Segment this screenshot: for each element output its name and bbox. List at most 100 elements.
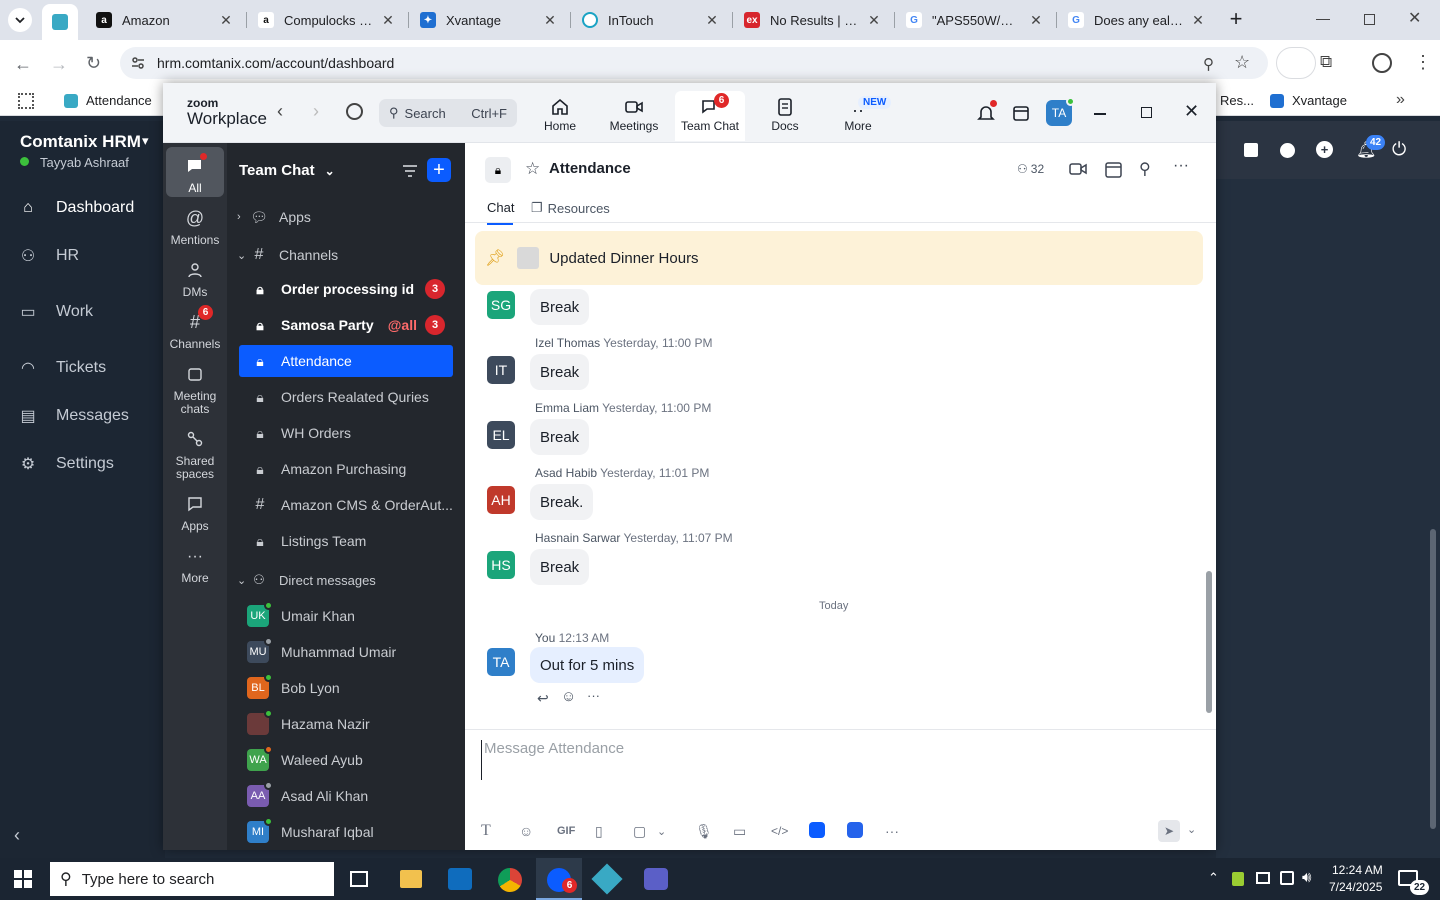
rail-channels[interactable]: # 6 Channels — [163, 305, 227, 351]
calendar-icon[interactable] — [1012, 104, 1030, 122]
message-avatar[interactable]: SG — [487, 291, 515, 319]
dm-item[interactable]: MI Musharaf Iqbal — [239, 816, 453, 848]
section-channels[interactable]: ⌄ # Channels — [231, 239, 445, 271]
close-icon[interactable]: ✕ — [866, 12, 882, 29]
channel-amazon-cms[interactable]: # Amazon CMS & OrderAut... — [239, 489, 453, 521]
close-icon[interactable]: ✕ — [542, 12, 558, 29]
message-avatar[interactable]: HS — [487, 551, 515, 579]
rail-meeting-chats[interactable]: Meeting chats — [163, 361, 227, 416]
browser-tab-intouch[interactable]: InTouch ✕ — [572, 6, 730, 34]
close-icon[interactable]: ✕ — [1190, 12, 1206, 29]
back-arrow-icon[interactable]: ‹ — [277, 101, 283, 122]
site-info-icon[interactable] — [130, 55, 146, 71]
more-options-icon[interactable]: ··· — [1173, 157, 1189, 175]
extensions-icon[interactable]: ⧉ — [1320, 52, 1332, 72]
emoji-reaction-icon[interactable]: ☺ — [561, 688, 576, 705]
search-box[interactable]: ⚲ Search Ctrl+F — [379, 99, 517, 127]
tray-icon-1[interactable] — [1232, 872, 1244, 886]
hrm-nav-hr[interactable]: ⚇ HR — [0, 236, 165, 276]
browser-tab-hrm[interactable] — [42, 4, 78, 40]
rail-dms[interactable]: DMs — [163, 257, 227, 299]
rail-more[interactable]: ··· More — [163, 543, 227, 585]
rail-shared-spaces[interactable]: Shared spaces — [163, 426, 227, 481]
channel-orders-related[interactable]: 🔒︎ Orders Realated Quries — [239, 381, 453, 413]
browser-tab-exer[interactable]: ex No Results | Exer ✕ — [734, 6, 892, 34]
bookmark-res[interactable]: Res... — [1220, 93, 1254, 108]
my-avatar[interactable]: TA — [487, 648, 515, 676]
rail-apps[interactable]: Apps — [163, 491, 227, 533]
clock-date[interactable]: 7/24/2025 — [1329, 880, 1382, 894]
translate-icon[interactable] — [1276, 47, 1316, 79]
pinned-message-banner[interactable]: 📌︎ Updated Dinner Hours — [475, 231, 1203, 285]
apps-grid-icon[interactable] — [18, 93, 34, 109]
maximize-icon[interactable] — [1141, 107, 1152, 118]
channel-title[interactable]: Attendance — [549, 160, 631, 177]
bookmark-attendance[interactable]: Attendance — [64, 93, 152, 108]
browser-tab-google-aps[interactable]: G "APS550W/US/E ✕ — [896, 6, 1054, 34]
outlook-icon[interactable] — [448, 868, 472, 890]
hrm-app-icon[interactable] — [591, 863, 623, 895]
dm-item[interactable]: BL Bob Lyon — [239, 672, 453, 704]
teams-icon[interactable] — [644, 868, 668, 890]
tab-search-button[interactable] — [8, 8, 32, 32]
dm-item[interactable]: Hazama Nazir — [239, 708, 453, 740]
team-chat-title[interactable]: Team Chat ⌄ — [239, 162, 335, 179]
channel-wh-orders[interactable]: 🔒︎ WH Orders — [239, 417, 453, 449]
forward-icon[interactable]: → — [50, 54, 68, 75]
section-apps[interactable]: › 💬︎ Apps — [231, 201, 445, 233]
url-text[interactable]: hrm.comtanix.com/account/dashboard — [157, 55, 394, 71]
section-direct-messages[interactable]: ⌄ ⚇ Direct messages — [231, 564, 445, 596]
file-icon[interactable]: ▯ — [595, 823, 633, 840]
power-icon[interactable]: ⏻ — [1392, 139, 1406, 160]
dm-item[interactable]: MU Muhammad Umair — [239, 636, 453, 668]
hrm-nav-settings[interactable]: ⚙ Settings — [0, 444, 165, 484]
hrm-brand[interactable]: Comtanix HRM — [20, 132, 141, 152]
file-explorer-icon[interactable] — [400, 870, 422, 888]
network-icon[interactable] — [1256, 872, 1270, 884]
close-icon[interactable]: ✕ — [380, 12, 396, 29]
chevron-down-icon[interactable]: ▾ — [142, 133, 149, 149]
app-icon-2[interactable] — [847, 821, 885, 841]
restore-window-icon[interactable] — [1364, 14, 1375, 25]
channel-order-processing[interactable]: 🔒︎ Order processing id 3 — [239, 273, 453, 305]
close-icon[interactable]: ✕ — [704, 12, 720, 29]
member-count[interactable]: ⚇ 32 — [1017, 162, 1044, 176]
close-icon[interactable]: ✕ — [1184, 101, 1199, 122]
browser-tab-amazon[interactable]: a Amazon ✕ — [86, 6, 244, 34]
chat-scrollbar[interactable] — [1206, 571, 1212, 713]
rail-all[interactable]: All — [166, 147, 224, 197]
task-view-icon[interactable] — [350, 871, 368, 887]
clock-time[interactable]: 12:24 AM — [1332, 863, 1383, 877]
message-input[interactable]: Message Attendance — [481, 740, 1201, 780]
channel-listings-team[interactable]: 🔒︎ Listings Team — [239, 525, 453, 557]
new-tab-button[interactable]: + — [1224, 8, 1248, 32]
nav-home[interactable]: Home — [527, 91, 593, 141]
minimize-icon[interactable] — [1094, 113, 1106, 115]
wifi-icon[interactable] — [1280, 871, 1294, 885]
volume-icon[interactable]: 🔊︎ — [1302, 869, 1311, 886]
message-bubble[interactable]: Break — [530, 419, 590, 455]
hrm-nav-work[interactable]: ▭ Work — [0, 292, 165, 332]
rail-mentions[interactable]: @ Mentions — [163, 205, 227, 247]
video-message-icon[interactable]: ▭ — [733, 823, 771, 840]
video-call-icon[interactable] — [1069, 162, 1087, 176]
screenshot-icon[interactable]: ▢ — [633, 823, 657, 840]
channel-samosa-party[interactable]: 🔒︎ Samosa Party @all 3 — [239, 309, 453, 341]
reload-icon[interactable]: ↻ — [86, 53, 101, 74]
channel-attendance[interactable]: 🔒︎ Attendance — [239, 345, 453, 377]
code-icon[interactable]: </> — [771, 824, 809, 838]
taskbar-search-box[interactable]: ⚲ Type here to search — [50, 862, 334, 896]
close-window-icon[interactable]: ✕ — [1408, 8, 1421, 28]
more-bookmarks-icon[interactable]: » — [1396, 91, 1405, 109]
location-icon[interactable]: ⚲ — [1203, 55, 1214, 73]
channel-amazon-purchasing[interactable]: 🔒︎ Amazon Purchasing — [239, 453, 453, 485]
message-more-icon[interactable]: ··· — [587, 688, 600, 703]
hrm-nav-messages[interactable]: ▤ Messages — [0, 396, 165, 436]
my-message-bubble[interactable]: Out for 5 mins — [530, 647, 645, 683]
browser-tab-xvantage[interactable]: ✦ Xvantage ✕ — [410, 6, 568, 34]
search-icon[interactable]: ⚲ — [1139, 159, 1151, 179]
star-icon[interactable]: ☆ — [525, 159, 540, 179]
clock-icon[interactable] — [1280, 143, 1295, 158]
schedule-icon[interactable] — [1105, 161, 1122, 178]
browser-tab-compulocks[interactable]: a Compulocks Mac ✕ — [248, 6, 406, 34]
